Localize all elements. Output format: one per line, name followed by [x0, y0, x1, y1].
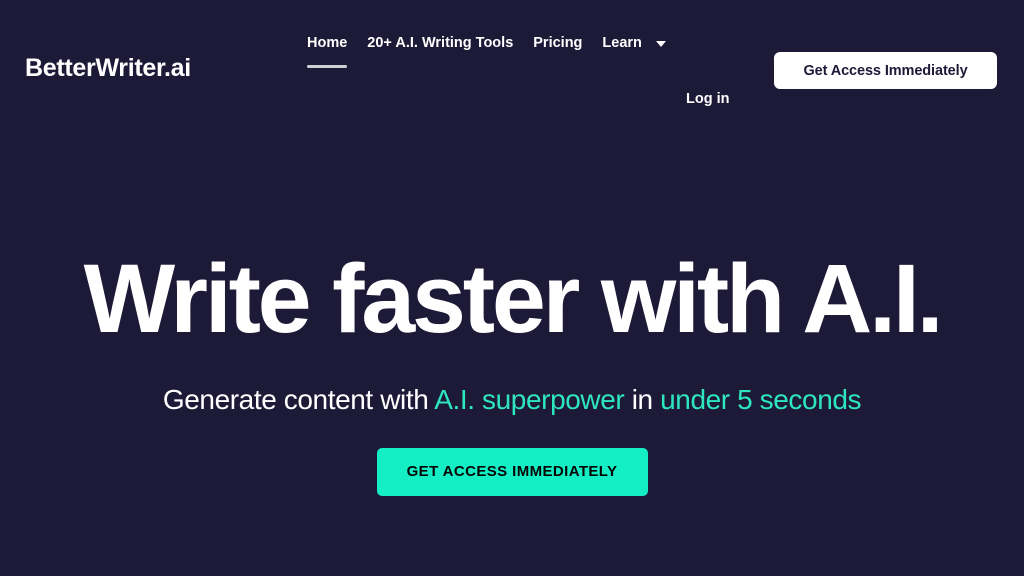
site-logo[interactable]: BetterWriter.ai: [25, 56, 191, 81]
hero-subheadline: Generate content with A.I. superpower in…: [0, 347, 1024, 417]
nav-item-learn-label: Learn: [602, 35, 642, 51]
active-nav-indicator: [307, 65, 348, 68]
header-get-access-button[interactable]: Get Access Immediately: [774, 52, 997, 89]
hero-get-access-button[interactable]: GET ACCESS IMMEDIATELY: [376, 447, 648, 496]
hero-cta-container: GET ACCESS IMMEDIATELY: [0, 417, 1024, 496]
nav-item-home[interactable]: Home: [297, 33, 357, 68]
hero-headline: Write faster with A.I.: [83, 244, 944, 353]
hero-section: Write faster with A.I. Generate content …: [0, 250, 1024, 496]
chevron-down-icon: [655, 40, 666, 47]
hero-sub-accent1: A.I. superpower: [434, 384, 625, 415]
hero-sub-accent2: under 5 seconds: [660, 384, 862, 415]
site-header: BetterWriter.ai Home 20+ A.I. Writing To…: [0, 0, 1024, 130]
nav-item-pricing-label: Pricing: [533, 35, 583, 51]
login-link[interactable]: Log in: [686, 89, 730, 110]
nav-item-learn[interactable]: Learn: [592, 33, 676, 54]
main-navigation: Home 20+ A.I. Writing Tools Pricing Lear…: [297, 33, 676, 68]
nav-item-pricing[interactable]: Pricing: [523, 33, 592, 54]
nav-item-home-label: Home: [307, 35, 348, 51]
landing-page: BetterWriter.ai Home 20+ A.I. Writing To…: [0, 0, 1024, 576]
hero-sub-part2: in: [624, 384, 661, 415]
nav-item-writing-tools-label: 20+ A.I. Writing Tools: [367, 35, 514, 51]
hero-sub-part1: Generate content with: [162, 384, 435, 415]
nav-item-writing-tools[interactable]: 20+ A.I. Writing Tools: [357, 33, 523, 54]
